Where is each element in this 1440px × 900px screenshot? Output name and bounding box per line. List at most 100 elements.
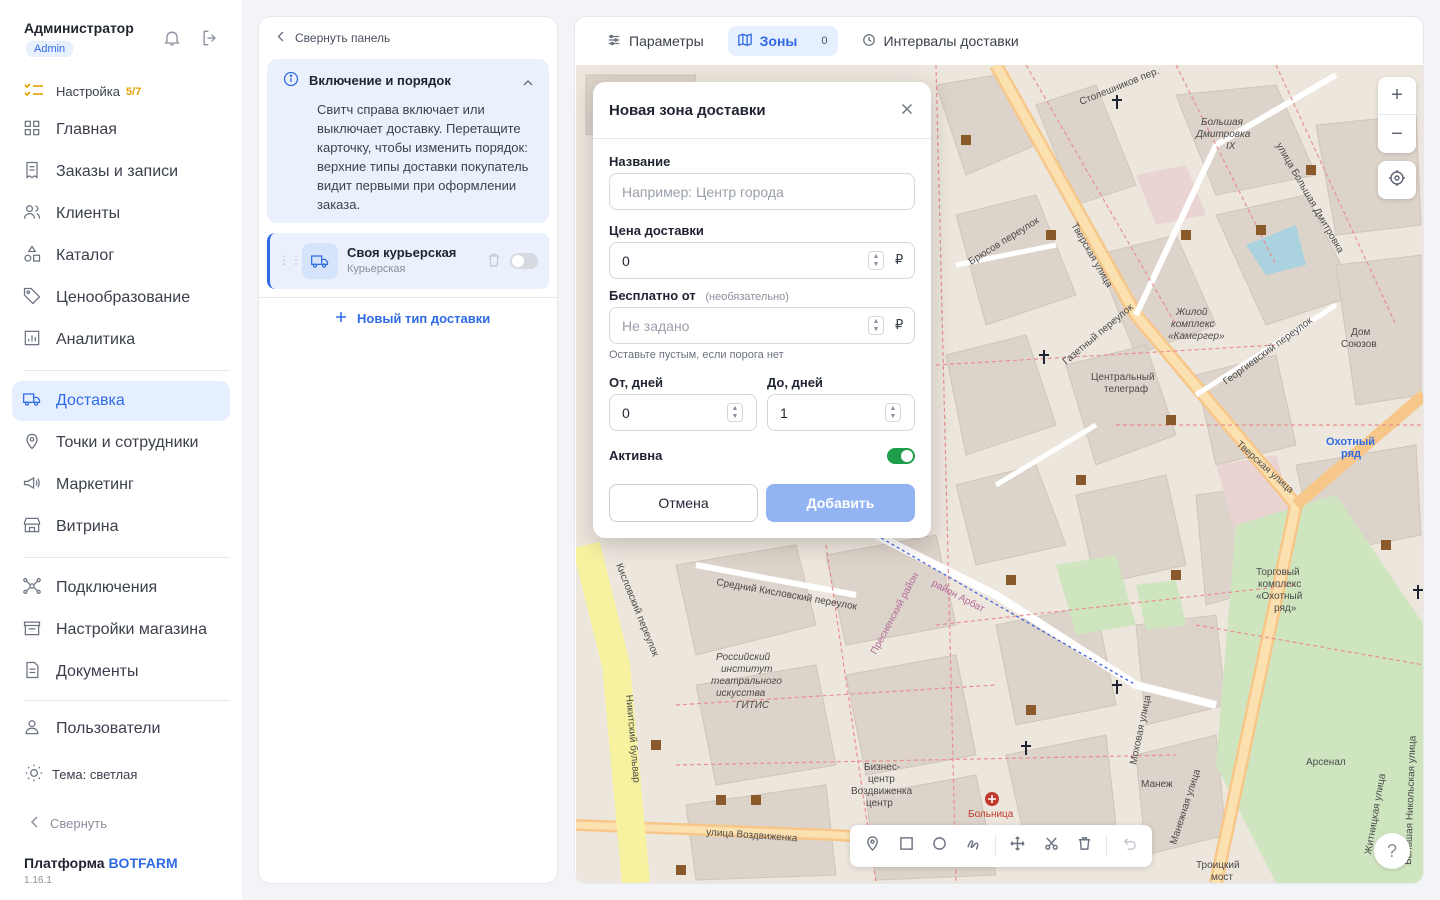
svg-text:Воздвиженка: Воздвиженка xyxy=(851,786,913,797)
delivery-type-card[interactable]: ⋮⋮ Своя курьерская Курьерская xyxy=(267,233,549,289)
sliders-icon xyxy=(607,33,621,50)
setup-label: Настройка xyxy=(56,84,120,99)
nav-item-storefront[interactable]: Витрина xyxy=(12,507,230,547)
from-days-stepper[interactable]: ▲ ▼ xyxy=(727,403,743,422)
zoom-out-button[interactable]: − xyxy=(1378,115,1416,153)
nav-item-home[interactable]: Главная xyxy=(12,110,230,150)
svg-text:Больница: Больница xyxy=(968,809,1014,820)
draw-marker-button[interactable] xyxy=(858,831,888,861)
svg-text:мост: мост xyxy=(1211,872,1233,883)
svg-text:центр: центр xyxy=(868,774,895,785)
from-days-field: ▲▼ xyxy=(609,394,757,431)
info-icon xyxy=(283,71,299,90)
svg-text:Российский: Российский xyxy=(716,652,771,663)
bell-icon[interactable] xyxy=(162,28,182,53)
nav-item-users[interactable]: Пользователи xyxy=(12,709,230,749)
panel-divider xyxy=(259,297,557,298)
setup-progress: 5/7 xyxy=(126,85,142,98)
map-icon xyxy=(737,32,752,50)
move-button[interactable] xyxy=(1003,831,1033,861)
freehand-icon xyxy=(966,836,981,856)
panel-collapse-label: Свернуть панель xyxy=(295,31,391,45)
cut-button[interactable] xyxy=(1036,831,1066,861)
nav-label: Доставка xyxy=(56,392,125,409)
chevron-up-icon[interactable] xyxy=(523,73,533,91)
draw-toolbar xyxy=(850,825,1152,867)
add-button[interactable]: Добавить xyxy=(766,484,915,522)
nav-settings: Подключения Настройки магазина Документы xyxy=(12,568,230,692)
nav-item-delivery[interactable]: Доставка xyxy=(12,381,230,421)
nav-item-orders[interactable]: Заказы и записи xyxy=(12,152,230,192)
panel-collapse-button[interactable]: Свернуть панель xyxy=(277,31,390,45)
dialog-divider xyxy=(593,138,931,139)
dialog-title: Новая зона доставки xyxy=(609,102,766,119)
platform-prefix: Платформа xyxy=(24,855,105,871)
nav-item-marketing[interactable]: Маркетинг xyxy=(12,465,230,505)
draw-rectangle-button[interactable] xyxy=(892,831,922,861)
platform-name: Платформа BOTFARM xyxy=(24,855,178,871)
nav-label: Документы xyxy=(56,663,139,680)
draw-circle-button[interactable] xyxy=(925,831,955,861)
svg-text:Бизнес-: Бизнес- xyxy=(864,762,900,773)
to-days-stepper[interactable]: ▲ ▼ xyxy=(885,403,901,422)
setup-row[interactable]: Настройка 5/7 xyxy=(24,82,141,101)
nav-item-shop-settings[interactable]: Настройки магазина xyxy=(12,610,230,650)
svg-text:Дом: Дом xyxy=(1351,327,1370,338)
nav-label: Заказы и записи xyxy=(56,163,179,180)
nav-divider xyxy=(24,370,230,371)
nav-item-analytics[interactable]: Аналитика xyxy=(12,320,230,360)
free-from-hint: Оставьте пустым, если порога нет xyxy=(609,349,784,361)
nav-item-pricing[interactable]: Ценообразование xyxy=(12,278,230,318)
sun-icon xyxy=(24,763,44,786)
storefront-icon xyxy=(22,515,42,540)
free-from-label: Бесплатно от (необязательно) xyxy=(609,288,789,303)
nav-item-clients[interactable]: Клиенты xyxy=(12,194,230,234)
trash-icon[interactable] xyxy=(488,253,500,272)
tab-zones[interactable]: Зоны 0 xyxy=(727,26,838,56)
zone-name-input[interactable] xyxy=(609,173,915,210)
nav-divider xyxy=(24,557,230,558)
new-zone-dialog: Новая зона доставки Название Цена достав… xyxy=(593,82,931,538)
nav-item-documents[interactable]: Документы xyxy=(12,652,230,692)
zoom-in-button[interactable]: + xyxy=(1378,77,1416,115)
nav-item-catalog[interactable]: Каталог xyxy=(12,236,230,276)
close-icon[interactable] xyxy=(901,102,913,120)
new-delivery-type-button[interactable]: Новый тип доставки xyxy=(335,311,490,326)
nav-item-connections[interactable]: Подключения xyxy=(12,568,230,608)
nav-users: Пользователи xyxy=(12,709,230,749)
draw-freehand-button[interactable] xyxy=(959,831,989,861)
logout-icon[interactable] xyxy=(200,28,220,53)
tab-label: Параметры xyxy=(629,33,704,49)
name-label: Название xyxy=(609,154,671,169)
info-title: Включение и порядок xyxy=(309,73,451,88)
cancel-button[interactable]: Отмена xyxy=(609,484,758,522)
tab-intervals[interactable]: Интервалы доставки xyxy=(852,26,1029,56)
drag-handle-icon[interactable]: ⋮⋮ xyxy=(278,253,302,267)
trash-icon xyxy=(1077,836,1092,856)
megaphone-icon xyxy=(22,473,42,498)
help-button[interactable]: ? xyxy=(1374,833,1410,869)
delivery-types-panel: Свернуть панель Включение и порядок Свит… xyxy=(258,16,558,884)
theme-toggle[interactable]: Тема: светлая xyxy=(24,763,137,786)
marker-icon xyxy=(865,836,880,856)
price-stepper[interactable]: ▲ ▼ xyxy=(868,251,884,270)
toolbar-separator xyxy=(1106,835,1108,857)
active-toggle[interactable] xyxy=(887,448,915,464)
undo-button[interactable] xyxy=(1114,831,1144,861)
sidebar-collapse-button[interactable]: Свернуть xyxy=(30,816,107,831)
plus-icon xyxy=(335,311,347,326)
locate-button[interactable] xyxy=(1378,161,1416,199)
nav-divider xyxy=(24,700,230,701)
svg-text:искусства: искусства xyxy=(716,688,766,699)
platform-version: 1.16.1 xyxy=(24,875,52,886)
free-from-stepper[interactable]: ▲ ▼ xyxy=(868,316,884,335)
svg-text:«Камергер»: «Камергер» xyxy=(1168,331,1225,342)
nav-item-points[interactable]: Точки и сотрудники xyxy=(12,423,230,463)
delivery-type-toggle[interactable] xyxy=(510,253,538,269)
question-icon: ? xyxy=(1386,840,1397,861)
info-text: Свитч справа включает или выключает дост… xyxy=(317,102,529,212)
scissors-icon xyxy=(1044,836,1059,856)
tab-parameters[interactable]: Параметры xyxy=(597,26,714,56)
delete-shape-button[interactable] xyxy=(1070,831,1100,861)
info-header[interactable]: Включение и порядок xyxy=(283,71,533,90)
